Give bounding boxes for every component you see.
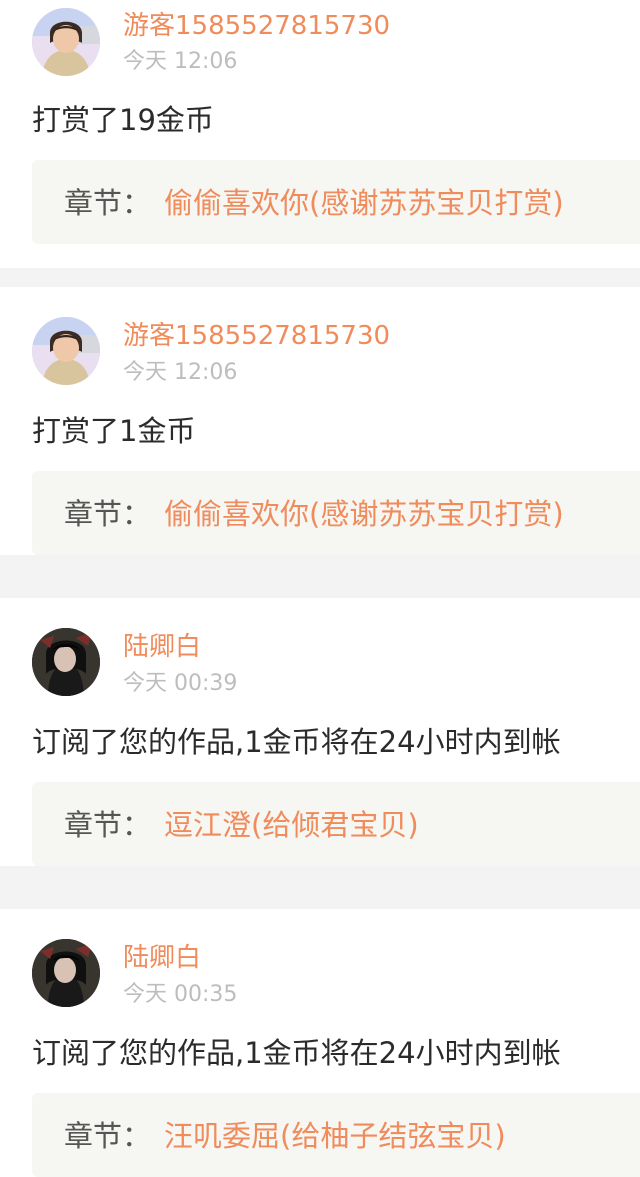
username[interactable]: 陆卿白 [123, 631, 201, 663]
timestamp: 今天 00:39 [123, 671, 238, 696]
timestamp: 今天 12:06 [123, 49, 238, 74]
avatar-anime-image [32, 628, 100, 696]
username[interactable]: 陆卿白 [123, 942, 201, 974]
chapter-title-link[interactable]: 偷偷喜欢你(感谢苏苏宝贝打赏) [164, 185, 564, 221]
chapter-box[interactable]: 章节： 偷偷喜欢你(感谢苏苏宝贝打赏) [32, 471, 640, 555]
notification-card[interactable]: 游客1585527815730 今天 12:06 打赏了1金币 章节： 偷偷喜欢… [0, 287, 640, 555]
user-avatar[interactable] [32, 939, 100, 1007]
username[interactable]: 游客1585527815730 [123, 10, 390, 42]
notification-card[interactable]: 陆卿白 今天 00:35 订阅了您的作品,1金币将在24小时内到帐 章节： 汪叽… [0, 909, 640, 1177]
avatar-woman-image [32, 317, 100, 385]
username[interactable]: 游客1585527815730 [123, 320, 390, 352]
avatar-anime-image [32, 939, 100, 1007]
chapter-label: 章节： [64, 186, 152, 220]
activity-message: 订阅了您的作品,1金币将在24小时内到帐 [32, 1036, 561, 1070]
activity-message: 打赏了19金币 [32, 103, 214, 137]
chapter-label: 章节： [64, 1119, 152, 1153]
user-avatar[interactable] [32, 628, 100, 696]
timestamp: 今天 12:06 [123, 360, 238, 385]
avatar-woman-image [32, 8, 100, 76]
chapter-box[interactable]: 章节： 汪叽委屈(给柚子结弦宝贝) [32, 1093, 640, 1177]
activity-message: 订阅了您的作品,1金币将在24小时内到帐 [32, 725, 561, 759]
notification-card[interactable]: 游客1585527815730 今天 12:06 打赏了19金币 章节： 偷偷喜… [0, 0, 640, 268]
user-avatar[interactable] [32, 8, 100, 76]
chapter-box[interactable]: 章节： 偷偷喜欢你(感谢苏苏宝贝打赏) [32, 160, 640, 244]
activity-message: 打赏了1金币 [32, 414, 196, 448]
timestamp: 今天 00:35 [123, 982, 238, 1007]
chapter-box[interactable]: 章节： 逗江澄(给倾君宝贝) [32, 782, 640, 866]
chapter-title-link[interactable]: 汪叽委屈(给柚子结弦宝贝) [164, 1118, 506, 1154]
chapter-label: 章节： [64, 497, 152, 531]
chapter-title-link[interactable]: 逗江澄(给倾君宝贝) [164, 807, 419, 843]
chapter-label: 章节： [64, 808, 152, 842]
chapter-title-link[interactable]: 偷偷喜欢你(感谢苏苏宝贝打赏) [164, 496, 564, 532]
notification-card[interactable]: 陆卿白 今天 00:39 订阅了您的作品,1金币将在24小时内到帐 章节： 逗江… [0, 598, 640, 866]
user-avatar[interactable] [32, 317, 100, 385]
